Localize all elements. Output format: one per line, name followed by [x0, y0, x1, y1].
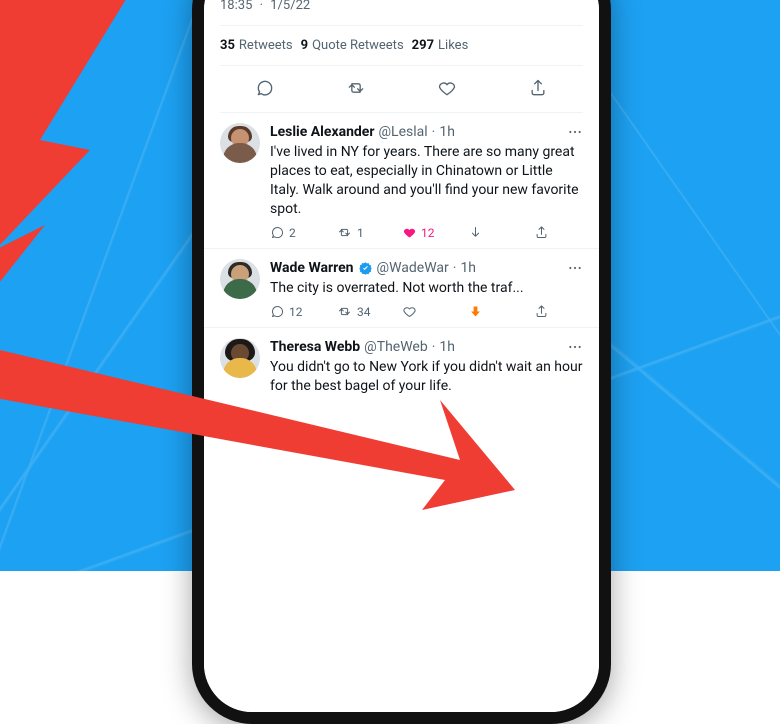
avatar[interactable]: [220, 123, 260, 163]
reply-count: 2: [289, 226, 303, 240]
tweet-stats: 35 Retweets 9 Quote Retweets 297 Likes: [220, 25, 583, 66]
downvote-button[interactable]: [468, 304, 534, 319]
reply-button[interactable]: 12: [270, 304, 336, 319]
downvote-icon: [468, 225, 483, 240]
more-icon: [567, 260, 583, 276]
like-button[interactable]: [425, 74, 469, 102]
reply-actions: 2 1 12: [270, 225, 583, 240]
reply-text: You didn't go to New York if you didn't …: [270, 358, 583, 396]
reply-author-name[interactable]: Leslie Alexander: [270, 123, 374, 141]
reply-author-name[interactable]: Theresa Webb: [270, 338, 360, 356]
quotes-label: Quote Retweets: [312, 38, 404, 53]
reply-actions: 12 34: [270, 304, 583, 319]
app-screen[interactable]: recommendations for New York City? I'm g…: [204, 0, 599, 712]
retweet-icon: [336, 304, 353, 319]
reply-header: Leslie Alexander @Leslal · 1h: [270, 123, 583, 141]
reply-button[interactable]: 2: [270, 225, 336, 240]
quotes-stat[interactable]: 9 Quote Retweets: [301, 38, 404, 53]
retweet-icon: [336, 225, 353, 240]
share-button[interactable]: [516, 74, 560, 102]
reply-button[interactable]: [243, 74, 287, 102]
heart-icon: [402, 225, 417, 240]
reply-header: Theresa Webb @TheWeb · 1h: [270, 338, 583, 356]
reply-author-handle[interactable]: @WadeWar: [377, 259, 449, 277]
tweet-meta[interactable]: 18:35 · 1/5/22: [220, 0, 583, 13]
retweet-button[interactable]: 1: [336, 225, 402, 240]
retweet-button[interactable]: [334, 74, 378, 102]
more-icon: [567, 124, 583, 140]
reply-icon: [270, 304, 285, 319]
tweet-date: 1/5/22: [270, 0, 310, 13]
reply-time: 1h: [460, 259, 476, 277]
downvote-button[interactable]: [468, 225, 534, 240]
reply-text: The city is overrated. Not worth the tra…: [270, 279, 583, 298]
retweet-button[interactable]: 34: [336, 304, 402, 319]
retweet-count: 1: [357, 226, 371, 240]
heart-icon: [402, 304, 417, 319]
share-icon: [534, 225, 549, 240]
meta-separator: ·: [453, 259, 457, 277]
reply-text: I've lived in NY for years. There are so…: [270, 143, 583, 219]
retweet-count: 34: [357, 305, 371, 319]
meta-separator: ·: [432, 338, 436, 356]
more-button[interactable]: [567, 260, 583, 276]
reply-item[interactable]: Wade Warren @WadeWar · 1h The city is ov…: [220, 249, 583, 319]
meta-separator: ·: [260, 0, 263, 13]
retweets-count: 35: [220, 38, 235, 53]
like-button[interactable]: [402, 304, 468, 319]
downvote-icon: [468, 304, 483, 319]
reply-time: 1h: [439, 338, 455, 356]
verified-badge-icon: [358, 261, 373, 276]
like-count: 12: [421, 226, 435, 240]
share-icon: [528, 78, 548, 98]
reply-count: 12: [289, 305, 303, 319]
quotes-count: 9: [301, 38, 308, 53]
reply-author-handle[interactable]: @Leslal: [378, 123, 427, 141]
heart-icon: [437, 78, 457, 98]
share-button[interactable]: [534, 225, 549, 240]
avatar[interactable]: [220, 338, 260, 378]
likes-count: 297: [412, 38, 434, 53]
avatar[interactable]: [220, 259, 260, 299]
reply-time: 1h: [439, 123, 455, 141]
reply-icon: [255, 78, 275, 98]
like-button[interactable]: 12: [402, 225, 468, 240]
reply-icon: [270, 225, 285, 240]
retweets-label: Retweets: [239, 38, 293, 53]
tweet-time: 18:35: [220, 0, 252, 13]
likes-stat[interactable]: 297 Likes: [412, 38, 469, 53]
reply-item[interactable]: Leslie Alexander @Leslal · 1h I've lived…: [220, 113, 583, 240]
share-icon: [534, 304, 549, 319]
reply-item[interactable]: Theresa Webb @TheWeb · 1h You didn't go …: [220, 328, 583, 396]
reply-author-name[interactable]: Wade Warren: [270, 259, 354, 277]
reply-author-handle[interactable]: @TheWeb: [364, 338, 428, 356]
more-button[interactable]: [567, 339, 583, 355]
more-button[interactable]: [567, 124, 583, 140]
phone-frame: recommendations for New York City? I'm g…: [192, 0, 611, 724]
share-button[interactable]: [534, 304, 549, 319]
tweet-action-bar: [220, 66, 583, 113]
more-icon: [567, 339, 583, 355]
likes-label: Likes: [438, 38, 468, 53]
meta-separator: ·: [432, 123, 436, 141]
retweets-stat[interactable]: 35 Retweets: [220, 38, 293, 53]
retweet-icon: [345, 78, 367, 98]
reply-header: Wade Warren @WadeWar · 1h: [270, 259, 583, 277]
